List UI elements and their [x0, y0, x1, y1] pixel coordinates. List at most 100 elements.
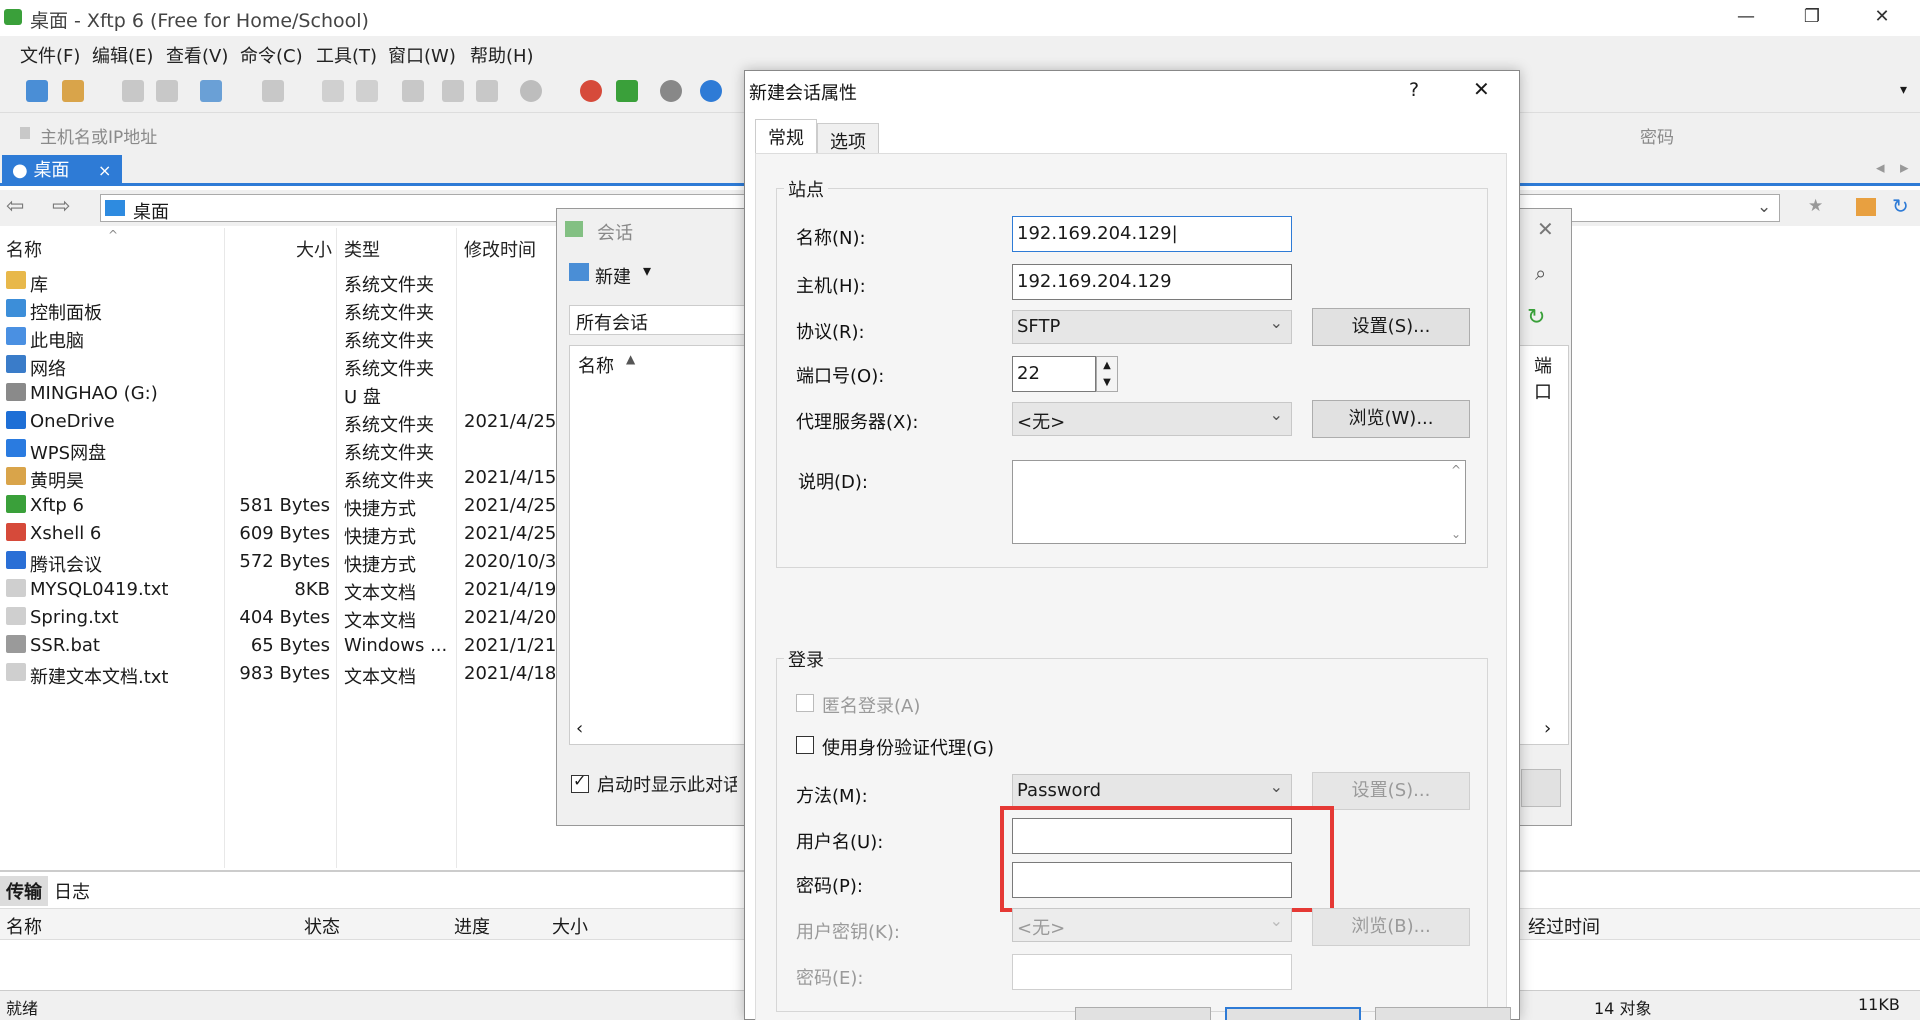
col-elapsed[interactable]: 经过时间 — [1528, 913, 1600, 939]
file-row[interactable]: MINGHAO (G:) U 盘 — [0, 380, 560, 408]
session-settings-icon[interactable] — [200, 80, 222, 102]
menu-edit[interactable]: 编辑(E) — [92, 42, 153, 68]
refresh-icon[interactable]: ↻ — [1892, 194, 1909, 218]
step-down-icon[interactable]: ▼ — [1097, 374, 1117, 391]
proxy-select[interactable]: <无> ⌄ — [1012, 402, 1292, 436]
session-dialog-close[interactable]: ✕ — [1537, 217, 1554, 241]
file-row[interactable]: Spring.txt 404 Bytes 文本文档 2021/4/20 — [0, 604, 560, 632]
cancel-button[interactable] — [1375, 1007, 1511, 1020]
file-row[interactable]: OneDrive 系统文件夹 2021/4/25 — [0, 408, 560, 436]
gear-icon[interactable] — [660, 80, 682, 102]
protocol-settings-button[interactable]: 设置(S)... — [1312, 308, 1470, 346]
col-size[interactable]: 大小 — [552, 913, 588, 939]
toolbar-overflow-icon[interactable]: ▾ — [1900, 82, 1907, 98]
port-input[interactable]: 22 — [1012, 356, 1096, 392]
menu-command[interactable]: 命令(C) — [240, 42, 303, 68]
userkey-browse-button[interactable]: 浏览(B)... — [1312, 908, 1470, 946]
col-modified[interactable]: 修改时间 — [464, 236, 536, 262]
all-sessions-item[interactable]: 所有会话 — [576, 309, 648, 335]
close-window-button[interactable]: ✕ — [1852, 0, 1912, 34]
ok-button[interactable] — [1225, 1007, 1361, 1020]
menu-file[interactable]: 文件(F) — [20, 42, 80, 68]
host-input[interactable]: 192.169.204.129 — [1012, 264, 1292, 300]
proxy-browse-button[interactable]: 浏览(W)... — [1312, 400, 1470, 438]
file-row[interactable]: 腾讯会议 572 Bytes 快捷方式 2020/10/3 — [0, 548, 560, 576]
menu-tools[interactable]: 工具(T) — [316, 42, 377, 68]
new-session-icon[interactable] — [26, 80, 48, 102]
transfer-icon[interactable] — [262, 80, 284, 102]
col-status[interactable]: 状态 — [304, 913, 340, 939]
file-row[interactable]: 网络 系统文件夹 — [0, 352, 560, 380]
tab-transfer[interactable]: 传输 — [0, 876, 48, 906]
maximize-button[interactable]: ❐ — [1782, 0, 1842, 34]
connect-button[interactable] — [1075, 1007, 1211, 1020]
disconnect-icon[interactable] — [156, 80, 178, 102]
file-row[interactable]: 库 系统文件夹 — [0, 268, 560, 296]
password-input[interactable]: 密码 — [1640, 123, 1674, 148]
copy-icon[interactable] — [322, 80, 344, 102]
session-dialog-button[interactable] — [1521, 769, 1561, 807]
col-progress[interactable]: 进度 — [454, 913, 490, 939]
queue-icon[interactable] — [476, 80, 498, 102]
tab-prev-icon[interactable]: ◂ — [1876, 158, 1885, 178]
description-textarea[interactable]: ^ ⌄ — [1012, 460, 1466, 544]
paste-icon[interactable] — [356, 80, 378, 102]
xshell-icon[interactable] — [580, 80, 602, 102]
scroll-left-icon[interactable]: ‹ — [576, 718, 583, 739]
file-row[interactable]: Xshell 6 609 Bytes 快捷方式 2021/4/25 — [0, 520, 560, 548]
scroll-up-icon[interactable]: ^ — [1451, 463, 1461, 477]
menu-view[interactable]: 查看(V) — [166, 42, 228, 68]
scroll-right-icon[interactable]: › — [1544, 718, 1551, 739]
file-row[interactable]: 新建文本文档.txt 983 Bytes 文本文档 2021/4/18 — [0, 660, 560, 688]
file-row[interactable]: MYSQL0419.txt 8KB 文本文档 2021/4/19 — [0, 576, 560, 604]
step-up-icon[interactable]: ▲ — [1097, 357, 1117, 374]
dialog-close-button[interactable]: ✕ — [1473, 77, 1490, 101]
col-name[interactable]: 名称 — [6, 913, 42, 939]
record-icon[interactable] — [520, 80, 542, 102]
passphrase-input[interactable] — [1012, 954, 1292, 990]
tab-close-icon[interactable]: × — [98, 155, 111, 186]
minimize-button[interactable]: — — [1716, 0, 1776, 34]
anonymous-checkbox[interactable] — [796, 694, 814, 712]
xftp-icon[interactable] — [616, 80, 638, 102]
favorite-icon[interactable]: ★ — [1808, 196, 1823, 216]
tab-options[interactable]: 选项 — [817, 123, 879, 153]
file-row[interactable]: 此电脑 系统文件夹 — [0, 324, 560, 352]
port-stepper[interactable]: ▲ ▼ — [1096, 356, 1118, 392]
search-icon[interactable]: ⌕ — [1535, 261, 1546, 285]
help-button[interactable]: ? — [1409, 79, 1419, 101]
host-input[interactable]: 主机名或IP地址 — [40, 123, 157, 148]
back-icon[interactable]: ⇦ — [6, 194, 24, 219]
tab-desktop[interactable]: ● 桌面 × — [2, 155, 122, 186]
session-col-name[interactable]: 名称 — [578, 352, 614, 378]
tab-general[interactable]: 常规 — [755, 119, 817, 153]
file-row[interactable]: 控制面板 系统文件夹 — [0, 296, 560, 324]
method-settings-button[interactable]: 设置(S)... — [1312, 772, 1470, 810]
forward-icon[interactable]: ⇨ — [52, 194, 70, 219]
userkey-select[interactable]: <无> ⌄ — [1012, 908, 1292, 942]
refresh-icon[interactable]: ↻ — [1527, 305, 1545, 330]
protocol-select[interactable]: SFTP ⌄ — [1012, 310, 1292, 344]
stop-icon[interactable] — [442, 80, 464, 102]
file-row[interactable]: SSR.bat 65 Bytes Windows ... 2021/1/21 — [0, 632, 560, 660]
open-folder-icon[interactable] — [62, 80, 84, 102]
path-dropdown-icon[interactable]: ⌄ — [1757, 197, 1771, 217]
tab-log[interactable]: 日志 — [54, 878, 90, 904]
col-name[interactable]: 名称 — [6, 236, 42, 262]
home-icon[interactable] — [1856, 198, 1876, 216]
sync-icon[interactable] — [402, 80, 424, 102]
tab-next-icon[interactable]: ▸ — [1900, 158, 1909, 178]
agent-checkbox[interactable] — [796, 736, 814, 754]
name-input[interactable]: 192.169.204.129| — [1012, 216, 1292, 252]
session-col-port[interactable]: 端口 — [1534, 352, 1564, 404]
menu-help[interactable]: 帮助(H) — [470, 42, 534, 68]
col-type[interactable]: 类型 — [344, 236, 380, 262]
file-row[interactable]: Xftp 6 581 Bytes 快捷方式 2021/4/25 — [0, 492, 560, 520]
new-dropdown-icon[interactable]: ▾ — [643, 261, 651, 280]
help-icon[interactable] — [700, 80, 722, 102]
method-select[interactable]: Password ⌄ — [1012, 774, 1292, 808]
menu-window[interactable]: 窗口(W) — [388, 42, 456, 68]
connect-icon[interactable] — [122, 80, 144, 102]
file-row[interactable]: WPS网盘 系统文件夹 — [0, 436, 560, 464]
scroll-down-icon[interactable]: ⌄ — [1451, 527, 1461, 541]
